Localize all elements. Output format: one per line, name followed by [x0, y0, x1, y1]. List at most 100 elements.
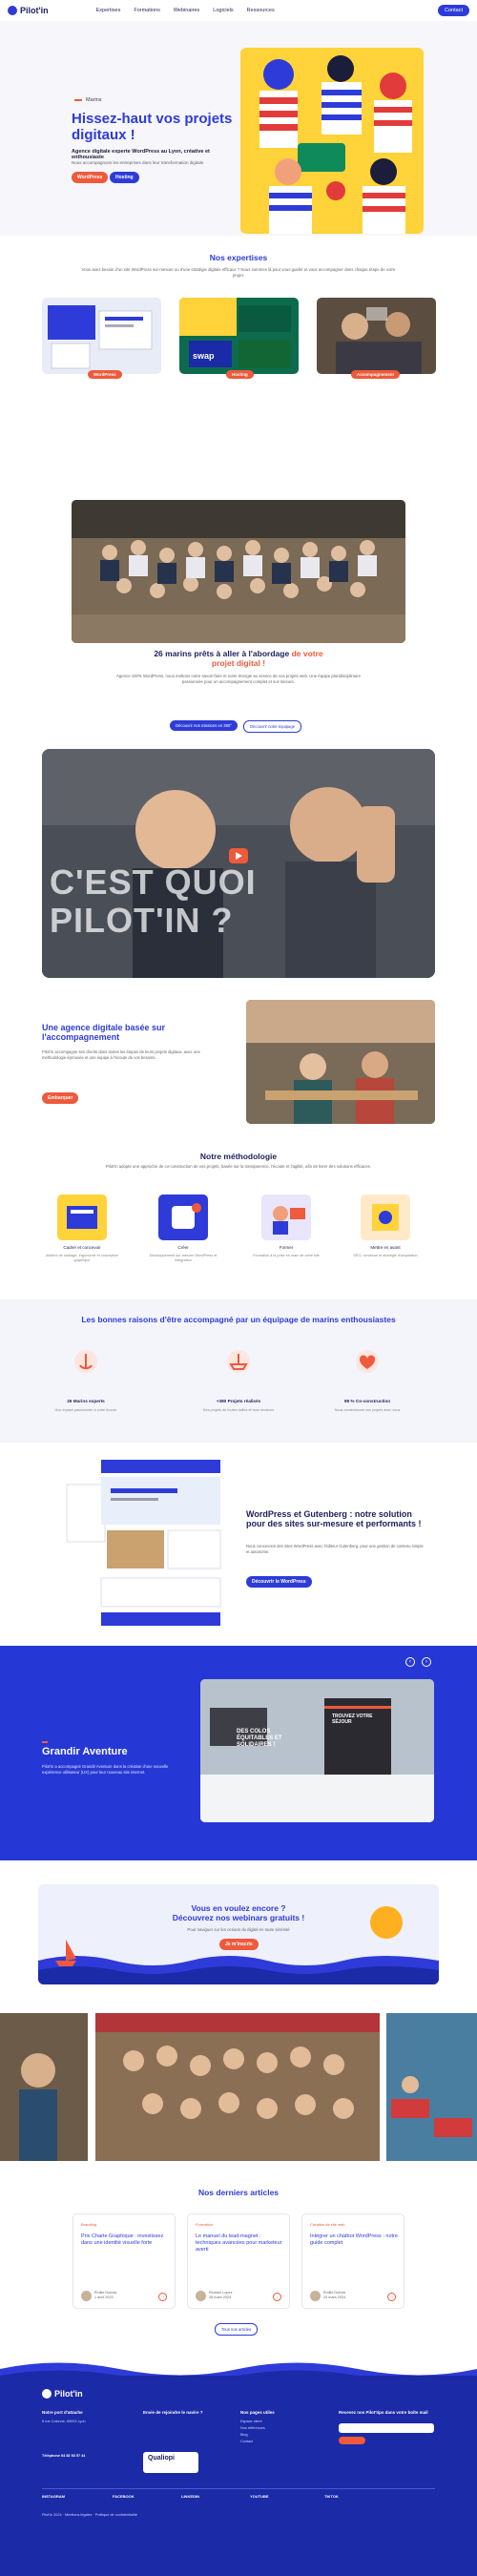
article-author: Émilie Dubois 25 mars 2024 — [323, 2291, 346, 2299]
project-form-title: TROUVEZ VOTRE SÉJOUR — [332, 1714, 373, 1725]
footer-col-title: Recevez nos Pilot'tips dans votre boîte … — [339, 2410, 428, 2415]
method-step-label: Cadrer et concevoir — [63, 1245, 101, 1250]
footer-logo[interactable]: Pilot'in — [42, 2389, 83, 2399]
nav-item-ressources[interactable]: Ressources — [247, 8, 275, 13]
footer-phone[interactable]: Téléphone 04 82 53 57 44 — [42, 2454, 118, 2459]
video-player[interactable]: C'EST QUOI PILOT'IN ? — [42, 749, 435, 978]
photo-gallery — [0, 2013, 477, 2161]
article-category: Création de site web — [310, 2222, 345, 2227]
social-linkedin[interactable]: LINKEDIN — [181, 2494, 199, 2499]
method-step-desc: SEO, contenus et stratégie d'acquisition — [353, 1254, 418, 1257]
footer-link[interactable]: Nos références — [240, 2426, 265, 2431]
article-category: Formation — [196, 2222, 214, 2227]
contact-button[interactable]: Contact — [438, 5, 469, 16]
social-instagram[interactable]: INSTAGRAM — [42, 2494, 65, 2499]
wp-title: WordPress et Gutenberg : notre solution … — [246, 1509, 422, 1528]
reason-label: +380 Projets réalisés — [216, 1399, 261, 1403]
article-author: Romain Lopez 28 mars 2024 — [209, 2291, 233, 2299]
articles-title: Nos derniers articles — [197, 2188, 280, 2197]
project-slider: ‹ › Grandir Aventure Pilot'in a accompag… — [0, 1646, 477, 1860]
article-card[interactable]: Formation Le manuel du lead-magnet : tec… — [187, 2213, 290, 2309]
page: Pilot'in Expertises Formations Webinaire… — [0, 0, 477, 2576]
footer-link[interactable]: Blog — [240, 2433, 248, 2438]
expertise-card-wordpress[interactable] — [42, 298, 161, 374]
reason-label: 98 % Co-construction — [343, 1399, 391, 1403]
webinar-text: Pour naviguer sur les océans du digital … — [187, 1927, 290, 1932]
pilotin-logo-icon — [8, 6, 17, 15]
method-avant-icon — [361, 1195, 410, 1240]
article-title[interactable]: Intégrer un chatbot WordPress : notre gu… — [310, 2233, 398, 2247]
all-articles-button[interactable]: Tous nos articles — [215, 2323, 259, 2336]
hero-illustration — [240, 48, 424, 234]
wp-text: Nous concevons des sites WordPress avec … — [246, 1544, 424, 1554]
author-avatar — [81, 2291, 92, 2301]
video-title: C'EST QUOI PILOT'IN ? — [50, 862, 257, 940]
footer-col-title: Nos pages utiles — [240, 2410, 275, 2415]
webinar-title: Vous en voulez encore ? Découvrez nos web… — [172, 1903, 305, 1922]
reason-desc: Des projets de toutes tailles et tous se… — [202, 1408, 275, 1412]
article-title[interactable]: Le manuel du lead-magnet : techniques av… — [196, 2233, 283, 2254]
expertise-card-accompagnement[interactable] — [317, 298, 436, 374]
slider-prev-icon[interactable]: ‹ — [405, 1657, 415, 1667]
reasons-title: Les bonnes raisons d'être accompagné par… — [81, 1315, 396, 1324]
newsletter-email-input[interactable] — [339, 2423, 434, 2433]
expertise-pill-hosting[interactable]: Hosting — [226, 370, 254, 379]
logo-text: Pilot'in — [20, 6, 49, 15]
hero-wordpress-button[interactable]: WordPress — [72, 172, 109, 183]
nav-item-logiciels[interactable]: Logiciels — [213, 8, 233, 13]
arrow-right-icon[interactable]: → — [387, 2293, 396, 2301]
agency-title: Une agence digitale basée sur l'accompag… — [42, 1023, 166, 1042]
anchor-icon — [74, 1350, 97, 1373]
pilotin-logo-icon — [42, 2389, 52, 2399]
article-card[interactable]: Branding Prix Charte Graphique : investi… — [73, 2213, 176, 2309]
arrow-right-icon[interactable]: → — [158, 2293, 167, 2301]
expertise-pill-accompagnement[interactable]: Accompagnement — [351, 370, 401, 379]
nav-item-expertises[interactable]: Expertises — [96, 8, 121, 13]
method-step-desc: Ateliers de cadrage, ergonomie et concep… — [45, 1254, 119, 1262]
footer-legal[interactable]: Pilot'in 2024 · Mentions légales · Polit… — [42, 2513, 404, 2518]
author-avatar — [310, 2291, 321, 2301]
discover-wordpress-button[interactable]: Découvrir le WordPress — [246, 1576, 312, 1588]
project-image[interactable]: DES COLOS ÉQUITABLES ET SOLIDAIRES ! TRO… — [200, 1679, 434, 1822]
social-facebook[interactable]: FACEBOOK — [113, 2494, 135, 2499]
nav-item-webinaires[interactable]: Webinaires — [174, 8, 199, 13]
missions-button[interactable]: Découvrir nos missions en 360° — [170, 720, 238, 731]
expertise-card-hosting[interactable]: swap — [179, 298, 299, 374]
crew-button[interactable]: Découvrir notre équipage — [243, 720, 302, 733]
project-text: Pilot'in a accompagné Grandir Aventure d… — [42, 1764, 169, 1775]
article-title[interactable]: Prix Charte Graphique : investissez dans… — [81, 2233, 169, 2247]
footer-link[interactable]: Contact — [240, 2440, 253, 2444]
footer-link[interactable]: Espace client — [240, 2420, 262, 2424]
hero-hosting-button[interactable]: Hosting — [110, 172, 139, 183]
svg-text:swap: swap — [193, 351, 215, 361]
method-former-icon — [261, 1195, 311, 1240]
newsletter-submit-button[interactable] — [339, 2437, 365, 2444]
logo[interactable]: Pilot'in — [8, 6, 49, 15]
hero-eyebrow: Marins — [74, 97, 102, 103]
social-youtube[interactable]: YOUTUBE — [250, 2494, 269, 2499]
project-overlay-text: DES COLOS ÉQUITABLES ET SOLIDAIRES ! — [237, 1729, 282, 1748]
method-text: Pilot'in adopte une approche de co-const… — [105, 1164, 372, 1169]
hero-subtitle: Agence digitale experte WordPress au Lyo… — [72, 149, 210, 160]
reason-desc: Nous construisons vos projets avec vous — [334, 1408, 401, 1412]
webinar-signup-button[interactable]: Je m'inscris — [219, 1939, 259, 1950]
method-step-desc: Développement sur-mesure WordPress et in… — [149, 1254, 218, 1262]
qualiopi-badge: Qualiopi — [143, 2452, 198, 2473]
play-icon[interactable] — [229, 848, 248, 863]
expertise-pill-wordpress[interactable]: WordPress — [88, 370, 122, 379]
arrow-right-icon[interactable]: → — [273, 2293, 281, 2301]
article-card[interactable]: Création de site web Intégrer un chatbot… — [301, 2213, 404, 2309]
hero-section: Marins Hissez-haut vos projets digitaux … — [0, 21, 477, 236]
footer-col-title: Notre port d'attache — [42, 2410, 83, 2415]
nav-menu: Expertises Formations Webinaires Logicie… — [96, 8, 275, 13]
slider-next-icon[interactable]: › — [422, 1657, 431, 1667]
nav-item-formations[interactable]: Formations — [134, 8, 160, 13]
top-nav: Pilot'in Expertises Formations Webinaire… — [0, 0, 477, 21]
method-cadrer-icon — [57, 1195, 107, 1240]
expertises-title: Nos expertises — [209, 253, 268, 262]
embark-button[interactable]: Embarquer — [42, 1092, 79, 1104]
ship-icon — [227, 1350, 250, 1373]
social-tiktok[interactable]: TIKTOK — [324, 2494, 339, 2499]
reason-label: 26 Marins experts — [67, 1399, 105, 1403]
reason-desc: Une équipe passionnée à votre écoute — [54, 1408, 117, 1412]
